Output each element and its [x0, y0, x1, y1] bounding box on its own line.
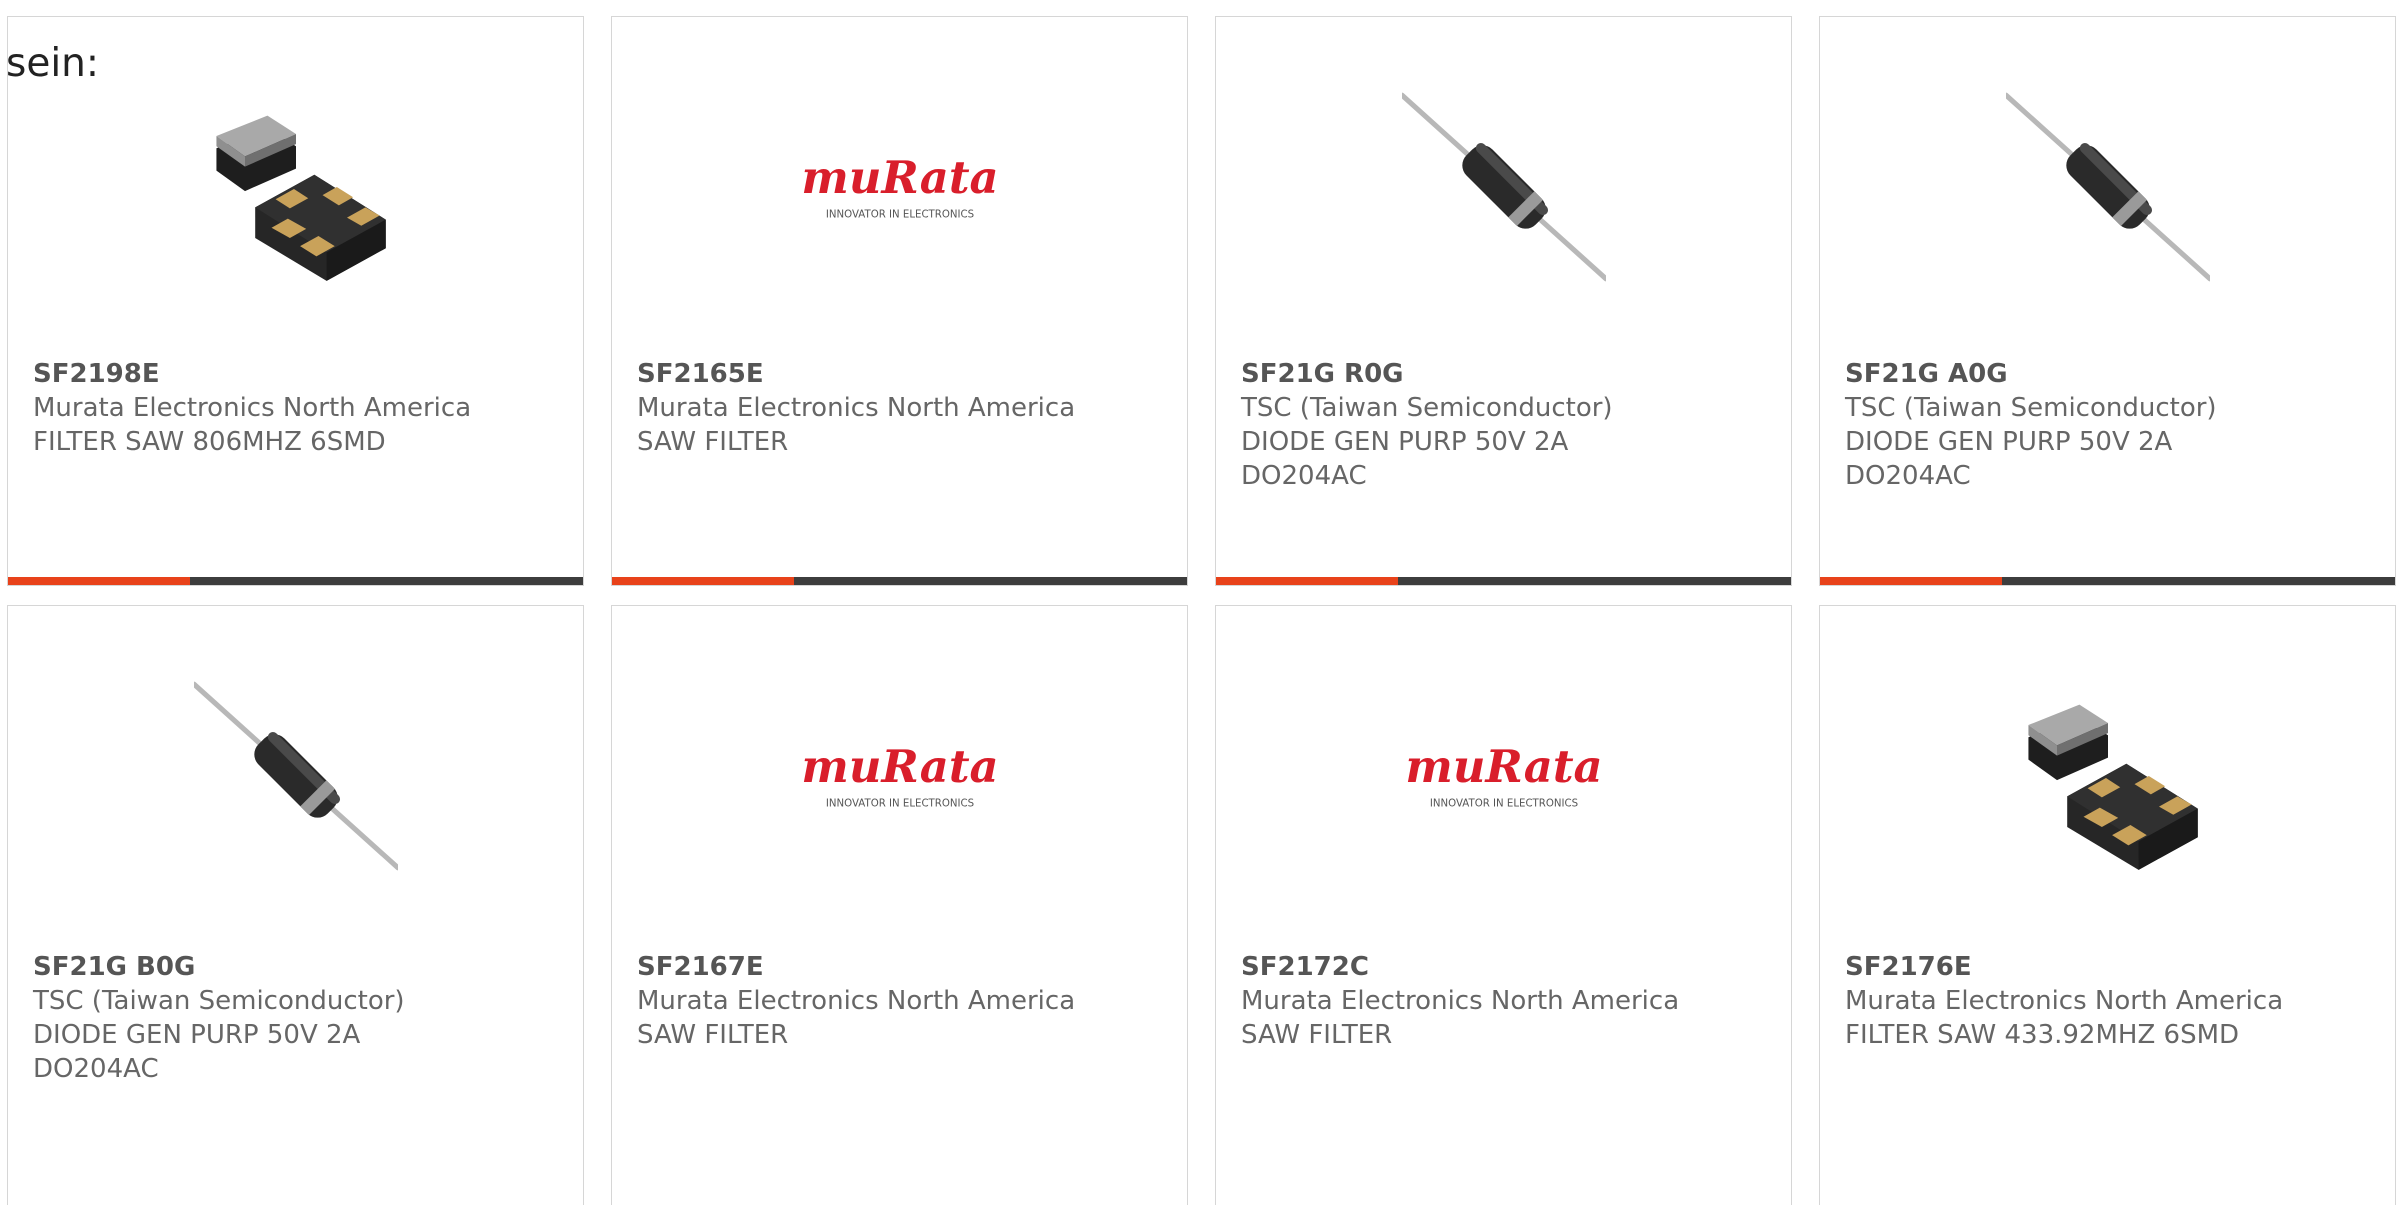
- card-bar-accent: [1820, 577, 2002, 585]
- card-bar-accent: [612, 577, 794, 585]
- product-card[interactable]: muRata INNOVATOR IN ELECTRONICS SF2172C …: [1215, 605, 1792, 1205]
- product-card[interactable]: muRata INNOVATOR IN ELECTRONICS SF2165E …: [611, 16, 1188, 586]
- description: FILTER SAW 433.92MHZ 6SMD: [1845, 1020, 2240, 1050]
- card-bar: [612, 577, 1187, 585]
- product-info: SF2176E Murata Electronics North America…: [1845, 950, 2283, 1052]
- description: SAW FILTER: [637, 1020, 789, 1050]
- product-card[interactable]: SF21G R0G TSC (Taiwan Semiconductor) DIO…: [1215, 16, 1792, 586]
- manufacturer: TSC (Taiwan Semiconductor): [1845, 393, 2217, 423]
- product-info: SF21G A0G TSC (Taiwan Semiconductor) DIO…: [1845, 357, 2217, 493]
- smd-saw-filter-icon: [2006, 674, 2210, 878]
- card-bar: [1820, 577, 2395, 585]
- svg-text:muRata: muRata: [801, 740, 998, 793]
- card-bar-accent: [1216, 577, 1398, 585]
- product-info: SF2165E Murata Electronics North America…: [637, 357, 1075, 459]
- product-info: SF21G R0G TSC (Taiwan Semiconductor) DIO…: [1241, 357, 1613, 493]
- murata-logo: muRata INNOVATOR IN ELECTRONICS: [798, 85, 1002, 289]
- smd-saw-filter-icon: [194, 85, 398, 289]
- manufacturer: Murata Electronics North America: [637, 986, 1076, 1016]
- manufacturer: TSC (Taiwan Semiconductor): [33, 986, 405, 1016]
- product-info: SF2198E Murata Electronics North America…: [33, 357, 471, 459]
- manufacturer: Murata Electronics North America: [33, 393, 472, 423]
- description: FILTER SAW 806MHZ 6SMD: [33, 427, 386, 457]
- part-number[interactable]: SF21G R0G: [1241, 357, 1613, 391]
- description-line2: DO204AC: [1241, 461, 1367, 491]
- product-info: SF21G B0G TSC (Taiwan Semiconductor) DIO…: [33, 950, 405, 1086]
- part-number[interactable]: SF2165E: [637, 357, 1075, 391]
- product-card[interactable]: SF2198E Murata Electronics North America…: [7, 16, 584, 586]
- part-number[interactable]: SF2172C: [1241, 950, 1679, 984]
- product-card[interactable]: SF2176E Murata Electronics North America…: [1819, 605, 2396, 1205]
- svg-text:muRata: muRata: [801, 151, 998, 204]
- product-info: SF2172C Murata Electronics North America…: [1241, 950, 1679, 1052]
- description-line2: DO204AC: [1845, 461, 1971, 491]
- description-line2: DO204AC: [33, 1054, 159, 1084]
- manufacturer: Murata Electronics North America: [1241, 986, 1680, 1016]
- description: DIODE GEN PURP 50V 2A: [1845, 427, 2173, 457]
- product-card[interactable]: muRata INNOVATOR IN ELECTRONICS SF2167E …: [611, 605, 1188, 1205]
- manufacturer: Murata Electronics North America: [637, 393, 1076, 423]
- svg-text:INNOVATOR IN ELECTRONICS: INNOVATOR IN ELECTRONICS: [825, 799, 973, 810]
- card-bar: [8, 577, 583, 585]
- product-grid: SF2198E Murata Electronics North America…: [0, 0, 2400, 1205]
- product-info: SF2167E Murata Electronics North America…: [637, 950, 1075, 1052]
- description: DIODE GEN PURP 50V 2A: [33, 1020, 361, 1050]
- description: SAW FILTER: [637, 427, 789, 457]
- card-bar: [1216, 577, 1791, 585]
- manufacturer: TSC (Taiwan Semiconductor): [1241, 393, 1613, 423]
- part-number[interactable]: SF21G B0G: [33, 950, 405, 984]
- part-number[interactable]: SF21G A0G: [1845, 357, 2217, 391]
- axial-diode-icon: [2005, 85, 2210, 289]
- part-number[interactable]: SF2176E: [1845, 950, 2283, 984]
- product-card[interactable]: SF21G A0G TSC (Taiwan Semiconductor) DIO…: [1819, 16, 2396, 586]
- description: DIODE GEN PURP 50V 2A: [1241, 427, 1569, 457]
- card-bar-accent: [8, 577, 190, 585]
- description: SAW FILTER: [1241, 1020, 1393, 1050]
- svg-text:muRata: muRata: [1405, 740, 1602, 793]
- axial-diode-icon: [193, 674, 398, 878]
- murata-logo: muRata INNOVATOR IN ELECTRONICS: [798, 674, 1002, 878]
- murata-logo: muRata INNOVATOR IN ELECTRONICS: [1402, 674, 1606, 878]
- manufacturer: Murata Electronics North America: [1845, 986, 2284, 1016]
- part-number[interactable]: SF2167E: [637, 950, 1075, 984]
- part-number[interactable]: SF2198E: [33, 357, 471, 391]
- axial-diode-icon: [1401, 85, 1606, 289]
- svg-text:INNOVATOR IN ELECTRONICS: INNOVATOR IN ELECTRONICS: [825, 210, 973, 221]
- svg-text:INNOVATOR IN ELECTRONICS: INNOVATOR IN ELECTRONICS: [1429, 799, 1577, 810]
- intro-text: sein:: [6, 41, 100, 86]
- product-card[interactable]: SF21G B0G TSC (Taiwan Semiconductor) DIO…: [7, 605, 584, 1205]
